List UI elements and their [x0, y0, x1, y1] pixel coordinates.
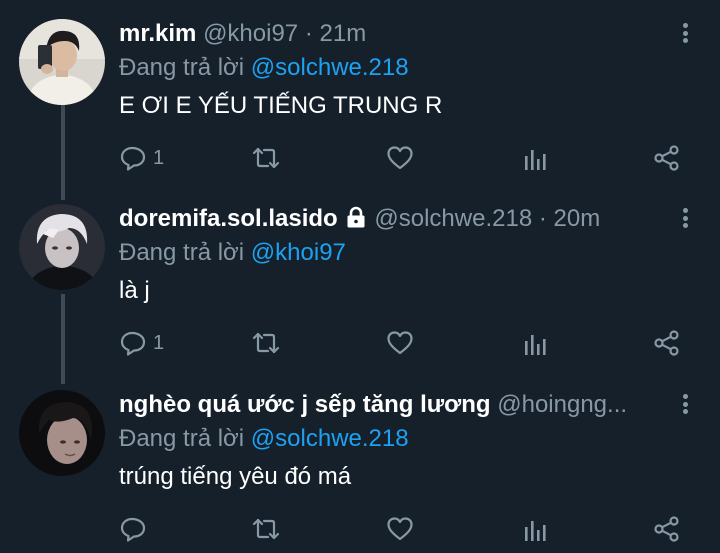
analytics-button[interactable]	[523, 328, 547, 358]
separator-dot: ·	[538, 205, 547, 232]
replying-to-handle[interactable]: @solchwe.218	[251, 425, 409, 452]
reply-bubble-icon	[120, 517, 146, 542]
replying-to-label: Đang trả lời	[119, 425, 245, 452]
avatar[interactable]	[19, 19, 105, 105]
heart-icon	[387, 146, 413, 170]
more-options-button[interactable]	[677, 21, 693, 45]
tweet-item[interactable]: mr.kim @khoi97 · 21m Đang trả lời @solch…	[0, 19, 720, 179]
retweet-button[interactable]	[250, 143, 282, 173]
reply-bubble-icon	[120, 146, 146, 171]
more-options-button[interactable]	[677, 392, 693, 416]
tweet-text: E ƠI E YẾU TIẾNG TRUNG R	[119, 92, 443, 119]
retweet-icon	[252, 332, 280, 354]
more-vertical-icon	[682, 23, 688, 28]
tweet-actions	[119, 514, 719, 544]
more-vertical-icon	[682, 208, 688, 213]
share-button[interactable]	[653, 328, 681, 358]
heart-icon	[387, 517, 413, 541]
username[interactable]: @khoi97	[203, 20, 298, 47]
like-button[interactable]	[386, 143, 414, 173]
tweet-item[interactable]: doremifa.sol.lasido @solchwe.218 · 20m Đ…	[0, 204, 720, 364]
more-vertical-icon	[682, 394, 688, 399]
share-icon	[654, 516, 679, 542]
retweet-button[interactable]	[250, 328, 282, 358]
tweet-header: mr.kim @khoi97 · 21m	[119, 19, 664, 49]
tweet-text: trúng tiếng yêu đó má	[119, 463, 352, 490]
replying-to: Đang trả lời @solchwe.218	[119, 53, 409, 83]
reply-bubble-icon	[120, 331, 146, 356]
tweet-actions: 1	[119, 143, 719, 173]
analytics-bars-icon	[525, 150, 546, 170]
replying-to-label: Đang trả lời	[119, 54, 245, 81]
share-icon	[654, 330, 679, 356]
avatar[interactable]	[19, 204, 105, 290]
replying-to: Đang trả lời @khoi97	[119, 238, 346, 268]
share-button[interactable]	[653, 514, 681, 544]
retweet-icon	[252, 518, 280, 540]
username[interactable]: @hoingng...	[497, 391, 627, 418]
replying-to-label: Đang trả lời	[119, 239, 245, 266]
replying-to: Đang trả lời @solchwe.218	[119, 424, 409, 454]
like-button[interactable]	[386, 514, 414, 544]
share-icon	[654, 145, 679, 171]
timestamp[interactable]: 20m	[554, 205, 601, 232]
like-button[interactable]	[386, 328, 414, 358]
replying-to-handle[interactable]: @khoi97	[251, 239, 346, 266]
tweet-header: nghèo quá ước j sếp tăng lương @hoingng.…	[119, 390, 664, 420]
analytics-bars-icon	[525, 335, 546, 355]
timestamp[interactable]: 21m	[320, 20, 367, 47]
reply-button[interactable]	[119, 514, 153, 544]
analytics-bars-icon	[525, 521, 546, 541]
reply-button[interactable]: 1	[119, 328, 164, 358]
tweet-text: là j	[119, 277, 150, 304]
replying-to-handle[interactable]: @solchwe.218	[251, 54, 409, 81]
retweet-button[interactable]	[250, 514, 282, 544]
avatar[interactable]	[19, 390, 105, 476]
retweet-icon	[252, 147, 280, 169]
separator-dot: ·	[304, 20, 313, 47]
display-name[interactable]: nghèo quá ước j sếp tăng lương	[119, 391, 491, 418]
tweet-item[interactable]: nghèo quá ước j sếp tăng lương @hoingng.…	[0, 390, 720, 550]
reply-count: 1	[153, 331, 165, 354]
tweet-header: doremifa.sol.lasido @solchwe.218 · 20m	[119, 204, 664, 234]
share-button[interactable]	[653, 143, 681, 173]
reply-count: 1	[153, 146, 165, 169]
analytics-button[interactable]	[523, 514, 547, 544]
more-options-button[interactable]	[677, 206, 693, 230]
username[interactable]: @solchwe.218	[374, 205, 532, 232]
display-name[interactable]: mr.kim	[119, 20, 196, 47]
lock-icon	[347, 206, 365, 228]
heart-icon	[387, 331, 413, 355]
tweet-actions: 1	[119, 328, 719, 358]
display-name[interactable]: doremifa.sol.lasido	[119, 205, 338, 232]
reply-button[interactable]: 1	[119, 143, 164, 173]
analytics-button[interactable]	[523, 143, 547, 173]
